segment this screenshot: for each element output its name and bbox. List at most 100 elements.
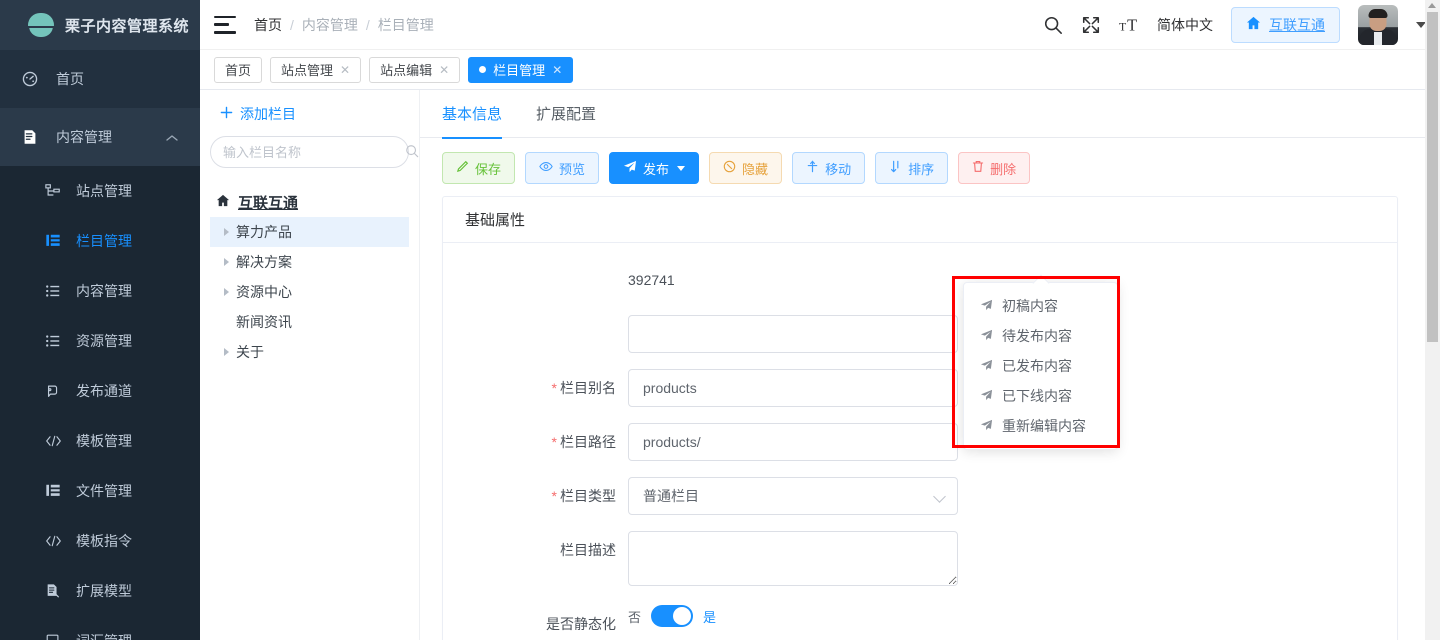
search-icon[interactable] <box>1043 15 1063 35</box>
publish-menu-item-reedit[interactable]: 重新编辑内容 <box>964 411 1117 441</box>
sort-button[interactable]: 排序 <box>875 152 949 184</box>
menu-item-label: 已下线内容 <box>1002 388 1072 404</box>
connect-button[interactable]: 互联互通 <box>1231 6 1340 43</box>
column-search-box[interactable] <box>210 136 419 168</box>
triangle-right-icon[interactable] <box>224 288 229 296</box>
file-tree-icon <box>44 482 62 500</box>
tree-node-computing-products[interactable]: 算力产品 <box>210 217 409 247</box>
sidebar-item-resource-management[interactable]: 资源管理 <box>0 316 200 366</box>
sidebar-item-home[interactable]: 首页 <box>0 50 200 108</box>
close-icon[interactable]: ✕ <box>340 64 350 76</box>
form-label-description: 栏目描述 <box>443 531 628 569</box>
logo-row[interactable]: 栗子内容管理系统 <box>0 0 200 50</box>
send-icon <box>980 388 993 404</box>
preview-button[interactable]: 预览 <box>525 152 600 184</box>
hamburger-collapse-icon[interactable] <box>214 15 236 34</box>
tab-extended-config[interactable]: 扩展配置 <box>536 90 596 138</box>
column-search-input[interactable] <box>223 144 399 160</box>
tree-node-label: 关于 <box>236 344 264 360</box>
eye-icon <box>539 160 553 176</box>
publish-menu-item-offline[interactable]: 已下线内容 <box>964 381 1117 411</box>
column-description-textarea[interactable] <box>628 531 958 586</box>
save-button[interactable]: 保存 <box>442 152 516 184</box>
hide-button[interactable]: 隐藏 <box>709 152 783 184</box>
required-marker: * <box>551 434 557 450</box>
sidebar-item-template-directive[interactable]: 模板指令 <box>0 516 200 566</box>
add-column-label: 添加栏目 <box>240 106 296 122</box>
sidebar-item-column-management[interactable]: 栏目管理 <box>0 216 200 266</box>
publish-menu-item-draft[interactable]: 初稿内容 <box>964 291 1117 321</box>
user-avatar[interactable] <box>1358 4 1398 45</box>
close-icon[interactable]: ✕ <box>439 64 449 76</box>
tab-column-management[interactable]: 栏目管理 ✕ <box>468 56 574 83</box>
sidebar-item-label: 模板指令 <box>76 533 132 549</box>
delete-button[interactable]: 删除 <box>958 152 1031 184</box>
column-alias-input[interactable] <box>628 369 958 407</box>
tree-node-about[interactable]: 关于 <box>210 337 409 367</box>
sidebar-item-extension-model[interactable]: 扩展模型 <box>0 566 200 616</box>
send-icon <box>623 160 637 176</box>
breadcrumb-item-1[interactable]: 内容管理 <box>302 15 358 35</box>
tree-node-label: 资源中心 <box>236 284 292 300</box>
plus-icon <box>220 106 233 122</box>
button-label: 隐藏 <box>742 161 769 177</box>
search-icon[interactable] <box>405 144 419 161</box>
tab-basic-info[interactable]: 基本信息 <box>442 90 503 139</box>
button-label: 排序 <box>908 161 935 177</box>
column-type-select[interactable] <box>628 477 958 515</box>
column-type-value[interactable] <box>628 477 958 515</box>
tab-site-edit[interactable]: 站点编辑 ✕ <box>369 56 461 83</box>
sidebar-item-content-management[interactable]: 内容管理 <box>0 266 200 316</box>
dashboard-icon <box>20 69 40 89</box>
triangle-right-icon[interactable] <box>224 228 229 236</box>
tree-node-news[interactable]: 新闻资讯 <box>210 307 409 337</box>
publish-menu-item-published[interactable]: 已发布内容 <box>964 351 1117 381</box>
breadcrumb-item-0[interactable]: 首页 <box>254 15 282 35</box>
chestnut-logo-icon <box>28 13 54 37</box>
language-selector[interactable]: 简体中文 <box>1157 15 1213 35</box>
publish-icon <box>44 382 62 400</box>
sidebar-item-template-management[interactable]: 模板管理 <box>0 416 200 466</box>
sidebar-item-file-management[interactable]: 文件管理 <box>0 466 200 516</box>
connect-button-label: 互联互通 <box>1269 16 1325 33</box>
sidebar-group-content[interactable]: 内容管理 <box>0 108 200 166</box>
page-scrollbar[interactable] <box>1425 0 1440 640</box>
scroll-up-arrow-icon[interactable] <box>1428 3 1436 8</box>
scrollbar-thumb[interactable] <box>1427 12 1438 342</box>
tree-node-label: 解决方案 <box>236 254 292 270</box>
sidebar-item-dictionary-management[interactable]: 词汇管理 <box>0 616 200 640</box>
column-tree-icon <box>44 232 62 250</box>
topbar-actions: T T 简体中文 互联互通 <box>1043 4 1426 45</box>
column-name-input[interactable] <box>628 315 958 353</box>
publish-button[interactable]: 发布 <box>609 152 700 184</box>
switch-label-on: 是 <box>703 609 717 625</box>
tab-label: 栏目管理 <box>493 63 546 78</box>
required-marker: * <box>551 380 557 396</box>
tab-site-management[interactable]: 站点管理 ✕ <box>270 56 362 83</box>
publish-menu-item-pending[interactable]: 待发布内容 <box>964 321 1117 351</box>
close-icon[interactable]: ✕ <box>552 64 562 76</box>
sidebar-submenu: 站点管理 栏目管理 内容管理 资源管理 发布通道 模板管理 文件管理 模板指令 … <box>0 166 200 640</box>
card-title: 基础属性 <box>443 197 1397 243</box>
sidebar-item-label: 站点管理 <box>76 183 132 199</box>
move-icon <box>806 160 819 176</box>
triangle-right-icon[interactable] <box>224 258 229 266</box>
triangle-right-icon[interactable] <box>224 348 229 356</box>
tab-home[interactable]: 首页 <box>214 56 263 83</box>
tree-root-node[interactable]: 互联互通 <box>210 188 409 217</box>
font-size-icon[interactable]: T T <box>1119 15 1139 35</box>
edit-pencil-icon <box>456 160 469 176</box>
tree-node-solutions[interactable]: 解决方案 <box>210 247 409 277</box>
tree-node-label: 算力产品 <box>236 224 292 240</box>
static-toggle-switch[interactable] <box>651 605 694 627</box>
move-button[interactable]: 移动 <box>792 152 866 184</box>
tree-node-resource-center[interactable]: 资源中心 <box>210 277 409 307</box>
column-path-input[interactable] <box>628 423 958 461</box>
sidebar-item-label: 扩展模型 <box>76 583 132 599</box>
sidebar-item-publish-channel[interactable]: 发布通道 <box>0 366 200 416</box>
fullscreen-icon[interactable] <box>1081 15 1101 35</box>
required-marker: * <box>551 488 557 504</box>
add-column-button[interactable]: 添加栏目 <box>210 104 409 124</box>
menu-item-label: 初稿内容 <box>1002 298 1058 314</box>
sidebar-item-site-management[interactable]: 站点管理 <box>0 166 200 216</box>
